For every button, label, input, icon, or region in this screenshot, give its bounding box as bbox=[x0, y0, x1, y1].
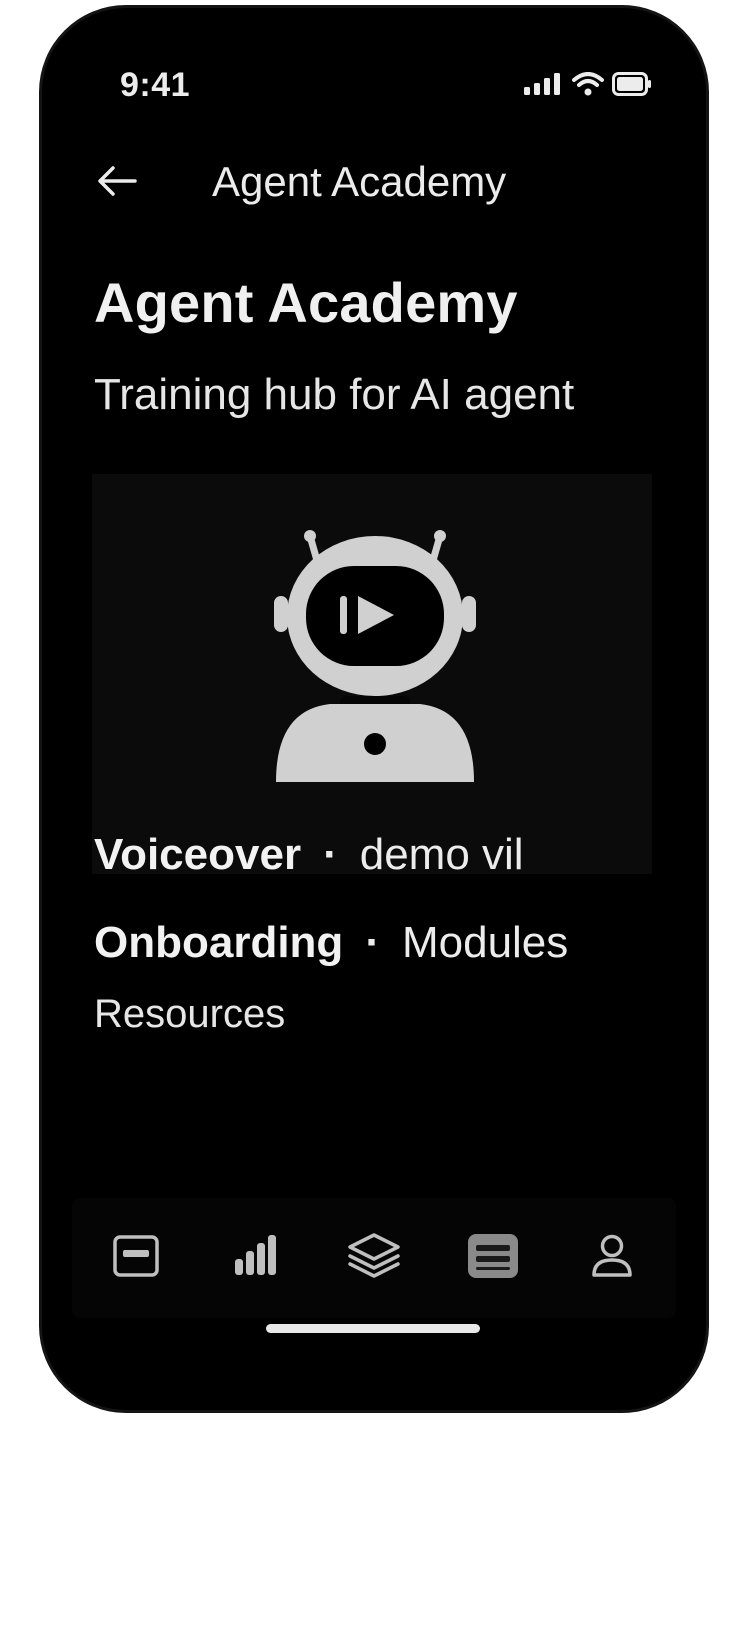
signal-icon bbox=[524, 73, 564, 100]
nav-title: Agent Academy bbox=[212, 158, 507, 205]
page-subtitle: Training hub for AI agent bbox=[94, 370, 575, 419]
tab-bar bbox=[72, 1198, 676, 1318]
onboarding-label: Onboarding bbox=[94, 918, 344, 967]
voiceover-value: demo vil bbox=[359, 830, 524, 879]
list-icon bbox=[468, 1233, 518, 1283]
wifi-icon bbox=[572, 72, 604, 101]
status-bar: 9:41 bbox=[42, 8, 706, 128]
bar-chart-icon bbox=[233, 1234, 277, 1282]
page-title: Agent Academy bbox=[94, 271, 518, 334]
tab-stats[interactable] bbox=[225, 1228, 285, 1288]
modules-link[interactable]: Modules bbox=[402, 918, 568, 967]
layers-icon bbox=[346, 1232, 402, 1285]
navigation-bar: Agent Academy bbox=[42, 148, 706, 228]
hero-video-card[interactable] bbox=[92, 474, 652, 874]
tab-profile[interactable] bbox=[582, 1228, 642, 1288]
battery-icon bbox=[612, 72, 652, 101]
status-icons bbox=[524, 72, 652, 101]
arrow-left-icon bbox=[95, 163, 139, 204]
dashboard-icon bbox=[113, 1234, 159, 1282]
voiceover-label: Voiceover bbox=[94, 830, 302, 879]
onboarding-row[interactable]: Onboarding · Modules bbox=[94, 918, 568, 968]
home-indicator bbox=[266, 1324, 480, 1333]
tab-list[interactable] bbox=[463, 1228, 523, 1288]
phone-frame: 9:41 Agent Academy Agent Academy Trainin… bbox=[42, 8, 706, 1410]
row-separator: · bbox=[323, 830, 338, 879]
status-time: 9:41 bbox=[120, 66, 191, 104]
profile-icon bbox=[591, 1234, 633, 1283]
robot-play-icon bbox=[270, 530, 480, 795]
resources-link[interactable]: Resources bbox=[94, 992, 285, 1037]
tab-dashboard[interactable] bbox=[106, 1228, 166, 1288]
row-separator: · bbox=[365, 918, 380, 967]
back-button[interactable] bbox=[92, 158, 142, 208]
tab-layers[interactable] bbox=[344, 1228, 404, 1288]
voiceover-row[interactable]: Voiceover · demo vil bbox=[94, 830, 524, 880]
